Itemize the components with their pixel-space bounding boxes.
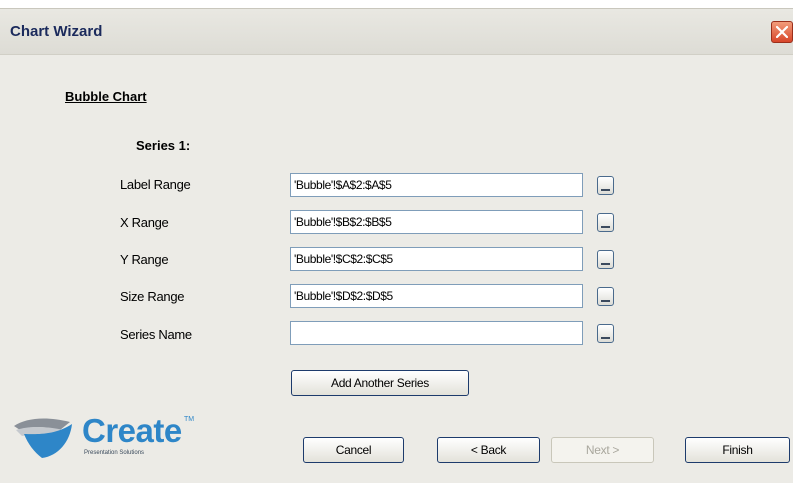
series-title: Series 1:: [136, 138, 191, 153]
next-button[interactable]: Next >: [551, 437, 654, 463]
label-range-label: Label Range: [120, 177, 191, 192]
cancel-button[interactable]: Cancel: [303, 437, 404, 463]
logo-wordmark: Create: [82, 412, 182, 449]
title-bar[interactable]: Chart Wizard: [0, 9, 793, 55]
series-name-input[interactable]: [290, 321, 583, 345]
size-range-label: Size Range: [120, 289, 185, 304]
size-range-picker-button[interactable]: [597, 287, 614, 306]
close-button[interactable]: [771, 21, 793, 43]
label-range-picker-button[interactable]: [597, 176, 614, 195]
y-range-picker-button[interactable]: [597, 250, 614, 269]
label-range-input[interactable]: 'Bubble'!$A$2:$A$5: [290, 173, 583, 197]
range-picker-icon: [601, 263, 610, 265]
add-another-series-button[interactable]: Add Another Series: [291, 370, 469, 396]
y-range-input[interactable]: 'Bubble'!$C$2:$C$5: [290, 247, 583, 271]
series-name-picker-button[interactable]: [597, 324, 614, 343]
window-title: Chart Wizard: [10, 23, 103, 40]
logo-trademark: TM: [184, 416, 195, 423]
create-logo: Create TM Presentation Solutions: [12, 412, 197, 460]
x-range-picker-button[interactable]: [597, 213, 614, 232]
close-icon: [776, 26, 788, 38]
back-button[interactable]: < Back: [437, 437, 540, 463]
logo-tagline: Presentation Solutions: [84, 450, 145, 456]
range-picker-icon: [601, 300, 610, 302]
section-title: Bubble Chart: [65, 89, 147, 104]
series-name-label: Series Name: [120, 327, 192, 342]
create-logo-icon: [14, 418, 72, 458]
finish-button[interactable]: Finish: [685, 437, 790, 463]
range-picker-icon: [601, 189, 610, 191]
size-range-input[interactable]: 'Bubble'!$D$2:$D$5: [290, 284, 583, 308]
range-picker-icon: [601, 226, 610, 228]
range-picker-icon: [601, 337, 610, 339]
x-range-label: X Range: [120, 215, 169, 230]
y-range-label: Y Range: [120, 252, 169, 267]
x-range-input[interactable]: 'Bubble'!$B$2:$B$5: [290, 210, 583, 234]
